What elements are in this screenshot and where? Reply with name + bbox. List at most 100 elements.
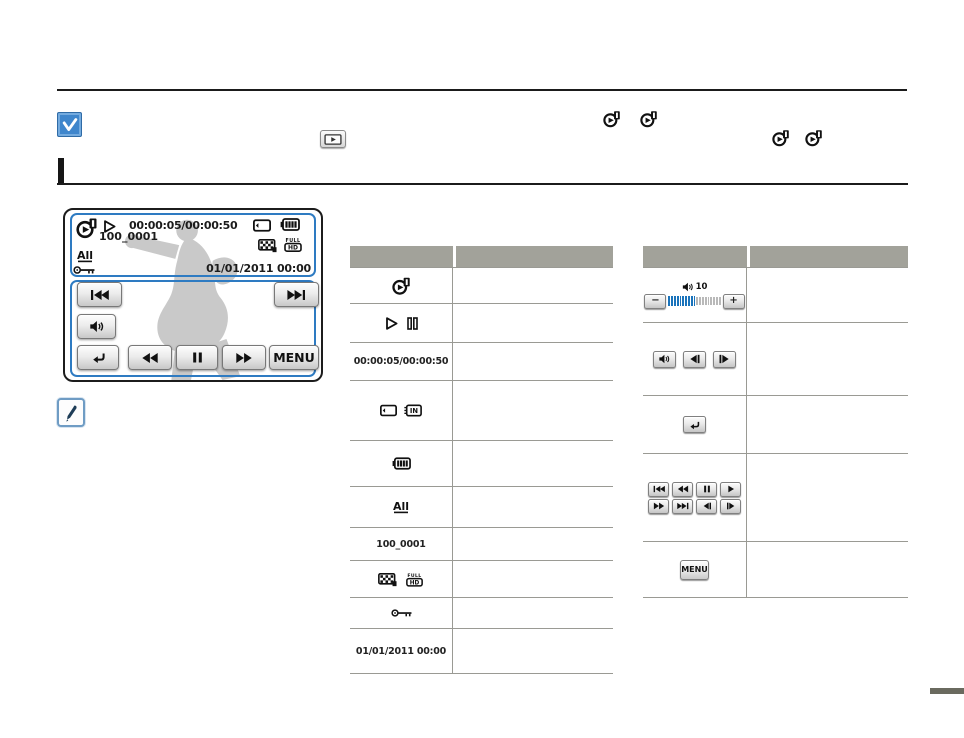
movie-play-mode-icon [76, 217, 98, 239]
volume-level-bar [668, 296, 720, 306]
top-divider [57, 89, 907, 91]
play-option-all-icon [76, 248, 94, 264]
pencil-note-icon [57, 398, 85, 427]
pause-button[interactable] [176, 345, 218, 370]
speaker-button[interactable] [653, 351, 676, 368]
fast-forward-button[interactable] [222, 345, 266, 370]
table-header-desc-col [456, 246, 613, 267]
touch-buttons-table: 10 − + [643, 246, 908, 598]
description-cell [453, 381, 613, 440]
volume-button[interactable] [77, 314, 116, 339]
battery-icon [392, 457, 411, 470]
frame-back-button[interactable] [696, 499, 717, 514]
battery-icon [280, 218, 300, 231]
table-row [350, 441, 613, 487]
description-cell [453, 441, 613, 486]
fast-forward-button[interactable] [648, 499, 669, 514]
description-cell [453, 268, 613, 303]
skip-previous-button[interactable] [648, 482, 669, 497]
description-cell [453, 629, 613, 673]
frame-back-icon [688, 354, 701, 364]
volume-minus-button[interactable]: − [644, 294, 666, 309]
play-indicator-icon [384, 316, 399, 331]
video-quality-fine-icon [378, 572, 397, 587]
return-button[interactable] [77, 345, 119, 370]
skip-next-icon [677, 502, 689, 510]
table-header-icon-col [350, 246, 453, 267]
manual-page: 00:00:05/00:00:50 100_0001 01/01/2011 00… [0, 0, 964, 738]
frame-forward-icon [725, 502, 737, 510]
lcd-playback-screen: 00:00:05/00:00:50 100_0001 01/01/2011 00… [63, 208, 323, 382]
pause-filled-button[interactable] [696, 482, 717, 497]
pause-filled-icon [701, 485, 713, 493]
protect-key-icon [391, 608, 412, 618]
description-cell [747, 454, 908, 541]
table-row [350, 561, 613, 598]
movie-play-mode-icon [805, 129, 823, 147]
menu-button[interactable]: MENU [269, 345, 319, 370]
table-row: 01/01/2011 00:00 [350, 629, 613, 674]
internal-memory-icon [404, 404, 422, 417]
description-cell [453, 561, 613, 597]
transport-buttons-grid [648, 482, 741, 514]
speaker-icon [658, 354, 671, 364]
frame-forward-button[interactable] [720, 499, 741, 514]
description-cell [453, 487, 613, 527]
frame-back-button[interactable] [683, 351, 706, 368]
volume-plus-button[interactable]: + [723, 294, 745, 309]
play-filled-icon [725, 485, 737, 493]
table-row: 10 − + [643, 268, 908, 323]
table-row: 00:00:05/00:00:50 [350, 343, 613, 381]
movie-play-mode-icon [392, 276, 411, 296]
section-title-bar [58, 158, 64, 184]
date-time: 01/01/2011 00:00 [206, 262, 311, 275]
movie-play-mode-icon [772, 129, 790, 147]
fast-forward-icon [653, 502, 665, 510]
full-hd-icon [282, 237, 304, 252]
osd-indicators-table: 00:00:05/00:00:50 100_0001 01/01/2011 00… [350, 246, 613, 674]
memory-card-icon [380, 404, 397, 417]
table-header [350, 246, 613, 267]
frame-back-icon [701, 502, 713, 510]
description-cell [747, 396, 908, 453]
description-cell [747, 268, 908, 322]
memory-card-icon [253, 219, 271, 232]
skip-next-button[interactable] [274, 282, 319, 307]
description-cell [453, 528, 613, 560]
description-cell [747, 323, 908, 395]
skip-next-button[interactable] [672, 499, 693, 514]
table-row [643, 396, 908, 454]
table-row [643, 454, 908, 542]
table-row [350, 268, 613, 304]
video-quality-fine-icon [258, 238, 277, 253]
table-header [643, 246, 908, 267]
play-option-all-icon [392, 499, 410, 515]
volume-level: 10 [696, 282, 708, 292]
description-cell [453, 343, 613, 380]
table-header-desc-col [750, 246, 908, 267]
description-cell [453, 598, 613, 628]
rewind-icon [677, 485, 689, 493]
frame-forward-button[interactable] [713, 351, 736, 368]
play-filled-button[interactable] [720, 482, 741, 497]
speaker-icon [682, 282, 694, 292]
table-row [350, 487, 613, 528]
rewind-button[interactable] [128, 345, 172, 370]
description-cell [453, 304, 613, 342]
table-row [350, 381, 613, 441]
pause-indicator-icon [406, 316, 419, 331]
movie-play-mode-icon [603, 110, 621, 128]
skip-previous-icon [653, 485, 665, 493]
skip-previous-button[interactable] [77, 282, 122, 307]
table-row [350, 304, 613, 343]
section-divider [57, 183, 908, 185]
return-button[interactable] [683, 416, 706, 433]
rewind-button[interactable] [672, 482, 693, 497]
menu-button[interactable]: MENU [680, 560, 709, 580]
table-row [643, 323, 908, 396]
table-row: MENU [643, 542, 908, 598]
description-cell [747, 542, 908, 597]
table-row [350, 598, 613, 629]
counter-text: 00:00:05/00:00:50 [354, 356, 449, 367]
date-time-text: 01/01/2011 00:00 [356, 646, 446, 657]
